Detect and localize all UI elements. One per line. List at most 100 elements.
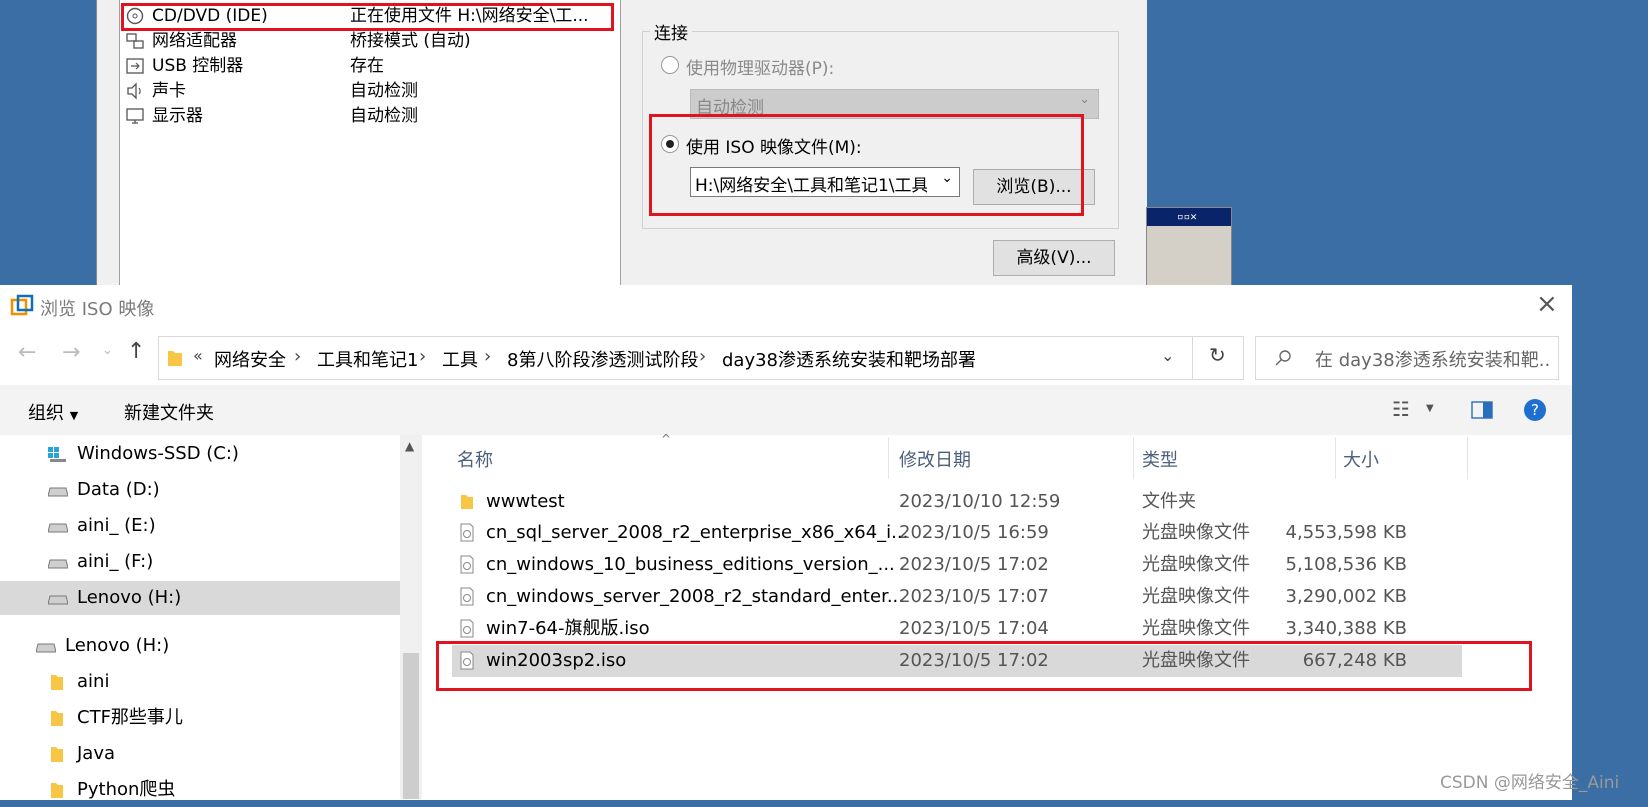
nav-item-label: Python爬虫	[77, 779, 176, 800]
file-size: 5,108,536 KB	[1285, 554, 1407, 575]
scrollbar-thumb[interactable]	[403, 653, 419, 799]
forward-icon[interactable]: →	[62, 340, 80, 365]
view-options-icon[interactable]: ☷	[1392, 397, 1410, 421]
refresh-icon[interactable]: ↻	[1209, 343, 1226, 367]
nav-item-drive-d[interactable]: Data (D:)	[0, 473, 400, 507]
nav-item-drive-e[interactable]: aini_ (E:)	[0, 509, 400, 543]
file-size: 4,553,598 KB	[1285, 522, 1407, 543]
file-date: 2023/10/5 17:02	[899, 554, 1049, 575]
close-icon[interactable]: ×	[1536, 289, 1558, 319]
disc-image-icon	[460, 619, 474, 638]
nav-item-label: Java	[77, 743, 116, 764]
back-icon[interactable]: ←	[18, 340, 36, 365]
file-row[interactable]: cn_sql_server_2008_r2_enterprise_x86_x64…	[452, 517, 1462, 549]
address-divider	[1192, 337, 1193, 379]
drive-icon	[48, 487, 68, 497]
folder-icon	[51, 711, 63, 726]
breadcrumb-overflow-icon[interactable]: «	[193, 346, 203, 365]
drive-icon	[48, 595, 68, 605]
disc-image-icon	[460, 587, 474, 606]
drive-windows-icon	[48, 447, 66, 462]
column-header-size[interactable]: 大小	[1343, 446, 1379, 472]
nav-item-label: CTF那些事儿	[77, 707, 183, 728]
navigation-pane: Windows-SSD (C:) Data (D:) aini_ (E:) ai…	[0, 435, 400, 800]
search-icon	[1275, 350, 1291, 366]
svg-text:?: ?	[1531, 401, 1539, 419]
hardware-row-network[interactable]: 网络适配器 桥接模式 (自动)	[124, 29, 614, 53]
file-date: 2023/10/5 17:07	[899, 586, 1049, 607]
preview-pane-icon[interactable]	[1471, 401, 1493, 419]
column-header-date[interactable]: 修改日期	[899, 446, 971, 472]
up-icon[interactable]: ↑	[127, 339, 145, 364]
dialog-titlebar: 浏览 ISO 映像 ×	[0, 285, 1572, 325]
chevron-down-icon[interactable]: ⌄	[1161, 346, 1174, 365]
nav-item-drive-f[interactable]: aini_ (F:)	[0, 545, 400, 579]
hardware-summary: 自动检测	[350, 81, 418, 101]
advanced-button[interactable]: 高级(V)...	[993, 240, 1115, 276]
connection-title: 连接	[650, 19, 692, 44]
chevron-right-icon[interactable]: ›	[419, 346, 426, 367]
new-folder-button[interactable]: 新建文件夹	[124, 399, 214, 425]
nav-item-folder-ctf[interactable]: CTF那些事儿	[0, 701, 400, 735]
hardware-row-usb[interactable]: USB 控制器 存在	[124, 54, 614, 78]
hardware-row-sound[interactable]: 声卡 自动检测	[124, 79, 614, 103]
nav-item-folder-java[interactable]: Java	[0, 737, 400, 771]
folder-icon	[461, 495, 473, 509]
file-type: 文件夹	[1142, 491, 1196, 512]
column-divider	[1133, 437, 1134, 479]
breadcrumb-item[interactable]: 工具和笔记1	[317, 346, 418, 372]
hardware-row-display[interactable]: 显示器 自动检测	[124, 104, 614, 128]
hardware-name: 声卡	[152, 81, 186, 101]
column-header-type[interactable]: 类型	[1142, 446, 1178, 472]
address-bar[interactable]: « 网络安全 › 工具和笔记1 › 工具 › 8第八阶段渗透测试阶段 › day…	[158, 336, 1244, 380]
breadcrumb-item[interactable]: 网络安全	[214, 346, 286, 372]
nav-item-folder-python[interactable]: Python爬虫	[0, 773, 400, 807]
nav-item-label: Lenovo (H:)	[77, 587, 182, 608]
file-date: 2023/10/10 12:59	[899, 491, 1061, 512]
file-type: 光盘映像文件	[1142, 586, 1250, 607]
help-icon[interactable]: ?	[1523, 398, 1547, 422]
column-divider	[1467, 437, 1468, 479]
navigation-scrollbar[interactable]: ▲	[400, 435, 422, 799]
hardware-name: USB 控制器	[152, 56, 244, 76]
physical-drive-radio[interactable]	[661, 56, 679, 74]
chevron-right-icon[interactable]: ›	[699, 346, 706, 367]
nav-item-label: Data (D:)	[77, 479, 160, 500]
search-box[interactable]: 在 day38渗透系统安装和靶...	[1255, 336, 1559, 380]
scroll-up-icon[interactable]: ▲	[405, 439, 414, 453]
breadcrumb-item[interactable]: 8第八阶段渗透测试阶段	[507, 346, 698, 372]
drive-icon	[36, 643, 56, 653]
background-window: ▫▫✕	[1146, 207, 1232, 289]
dropdown-icon[interactable]: ▼	[1426, 403, 1434, 414]
recent-locations-icon[interactable]: ⌄	[102, 343, 113, 358]
organize-label: 组织	[28, 403, 64, 424]
disc-image-icon	[460, 523, 474, 542]
chevron-down-icon: ⌄	[1079, 92, 1090, 107]
nav-item-drive-h-selected[interactable]: Lenovo (H:)	[0, 581, 400, 615]
network-adapter-icon	[126, 33, 144, 49]
watermark: CSDN @网络安全_Aini	[1440, 773, 1620, 793]
nav-item-drive-h[interactable]: Lenovo (H:)	[0, 629, 400, 663]
folder-icon	[168, 351, 182, 366]
nav-item-folder-aini[interactable]: aini	[0, 665, 400, 699]
file-row[interactable]: cn_windows_10_business_editions_version_…	[452, 549, 1462, 581]
breadcrumb-item[interactable]: day38渗透系统安装和靶场部署	[722, 346, 976, 372]
chevron-right-icon[interactable]: ›	[294, 346, 301, 367]
speaker-icon	[127, 82, 141, 100]
chevron-right-icon[interactable]: ›	[484, 346, 491, 367]
dropdown-icon: ▼	[69, 409, 79, 422]
hardware-name: 网络适配器	[152, 31, 237, 51]
column-header-name[interactable]: 名称	[457, 446, 493, 472]
search-placeholder: 在 day38渗透系统安装和靶...	[1315, 350, 1550, 371]
file-row[interactable]: wwwtest 2023/10/10 12:59 文件夹	[452, 486, 1462, 518]
file-row[interactable]: cn_windows_server_2008_r2_standard_enter…	[452, 581, 1462, 613]
breadcrumb-item[interactable]: 工具	[442, 346, 478, 372]
dialog-title: 浏览 ISO 映像	[40, 299, 155, 320]
file-name: cn_sql_server_2008_r2_enterprise_x86_x64…	[486, 522, 909, 543]
file-name: wwwtest	[486, 491, 565, 512]
file-type: 光盘映像文件	[1142, 522, 1250, 543]
organize-button[interactable]: 组织 ▼	[28, 399, 78, 425]
nav-item-drive-c[interactable]: Windows-SSD (C:)	[0, 437, 400, 471]
drive-icon	[48, 559, 68, 569]
window-controls-icon[interactable]: ▫▫✕	[1177, 210, 1197, 223]
